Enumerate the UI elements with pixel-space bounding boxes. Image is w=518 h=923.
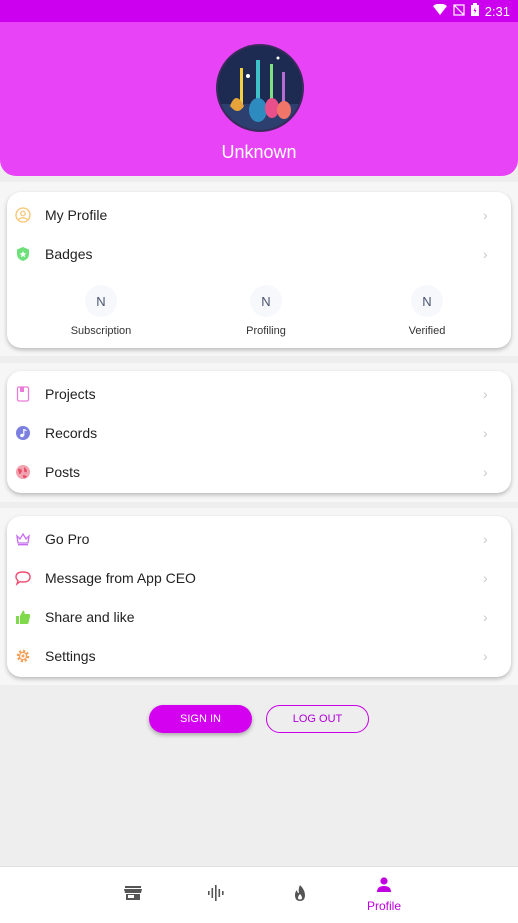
no-signal-icon bbox=[453, 3, 465, 19]
menu-item-badges[interactable]: Badges › bbox=[7, 235, 511, 273]
nav-item-profile[interactable]: Profile bbox=[354, 867, 414, 923]
chevron-right-icon: › bbox=[483, 648, 488, 664]
wifi-icon bbox=[432, 3, 447, 19]
chevron-right-icon: › bbox=[483, 207, 488, 223]
more-card: Go Pro › Message from App CEO › Share an… bbox=[7, 516, 511, 677]
chevron-right-icon: › bbox=[483, 609, 488, 625]
stat-value: N bbox=[85, 285, 117, 317]
sign-in-button[interactable]: SIGN IN bbox=[149, 705, 252, 733]
menu-item-message-ceo[interactable]: Message from App CEO › bbox=[7, 559, 511, 597]
stat-profiling: N Profiling bbox=[206, 285, 326, 337]
stat-value: N bbox=[250, 285, 282, 317]
username: Unknown bbox=[221, 142, 297, 162]
avatar[interactable] bbox=[216, 44, 304, 132]
nav-label-profile: Profile bbox=[366, 899, 401, 913]
menu-item-projects[interactable]: Projects › bbox=[7, 375, 511, 413]
profile-header: Unknown bbox=[0, 22, 518, 176]
stat-value: N bbox=[411, 285, 443, 317]
menu-item-label: Badges bbox=[45, 246, 93, 262]
log-out-button[interactable]: LOG OUT bbox=[266, 705, 369, 733]
chevron-right-icon: › bbox=[483, 386, 488, 402]
thumbs-up-icon bbox=[15, 609, 31, 625]
fire-icon bbox=[292, 884, 308, 907]
menu-item-label: Share and like bbox=[45, 609, 135, 625]
menu-item-label: Message from App CEO bbox=[45, 570, 196, 586]
crown-icon bbox=[15, 531, 31, 547]
chevron-right-icon: › bbox=[483, 464, 488, 480]
account-card: My Profile › Badges › N Subscription N P… bbox=[7, 192, 511, 348]
globe-icon bbox=[15, 464, 31, 480]
nav-item-store[interactable] bbox=[103, 867, 163, 923]
chat-bubble-icon bbox=[15, 570, 31, 586]
person-icon bbox=[375, 877, 393, 898]
menu-item-records[interactable]: Records › bbox=[7, 414, 511, 452]
menu-item-label: Settings bbox=[45, 648, 96, 664]
music-note-icon bbox=[15, 425, 31, 441]
shield-icon bbox=[15, 246, 31, 262]
battery-icon bbox=[470, 3, 479, 19]
content-card: Projects › Records › Posts › bbox=[7, 371, 511, 493]
menu-item-posts[interactable]: Posts › bbox=[7, 453, 511, 491]
projects-icon bbox=[15, 386, 31, 402]
stat-caption: Verified bbox=[408, 325, 446, 337]
chevron-right-icon: › bbox=[483, 531, 488, 547]
chevron-right-icon: › bbox=[483, 246, 488, 262]
stat-subscription: N Subscription bbox=[41, 285, 161, 337]
menu-item-label: Go Pro bbox=[45, 531, 90, 547]
bottom-nav: Profile bbox=[0, 866, 518, 923]
menu-item-label: Projects bbox=[45, 386, 96, 402]
stat-caption: Subscription bbox=[70, 325, 132, 337]
menu-item-my-profile[interactable]: My Profile › bbox=[7, 196, 511, 234]
chevron-right-icon: › bbox=[483, 425, 488, 441]
stat-caption: Profiling bbox=[246, 325, 286, 337]
gear-icon bbox=[15, 648, 31, 664]
chevron-right-icon: › bbox=[483, 570, 488, 586]
menu-item-label: Records bbox=[45, 425, 98, 441]
store-icon bbox=[124, 885, 142, 906]
nav-item-trending[interactable] bbox=[270, 867, 330, 923]
audio-wave-icon bbox=[207, 884, 225, 907]
status-time: 2:31 bbox=[484, 3, 510, 19]
user-circle-icon bbox=[15, 207, 31, 223]
menu-item-settings[interactable]: Settings › bbox=[7, 637, 511, 675]
menu-item-go-pro[interactable]: Go Pro › bbox=[7, 520, 511, 558]
stat-verified: N Verified bbox=[367, 285, 487, 337]
nav-item-audio[interactable] bbox=[186, 867, 246, 923]
menu-item-label: Posts bbox=[45, 464, 81, 480]
status-bar: 2:31 bbox=[0, 0, 518, 22]
menu-item-share-like[interactable]: Share and like › bbox=[7, 598, 511, 636]
menu-item-label: My Profile bbox=[45, 207, 108, 223]
